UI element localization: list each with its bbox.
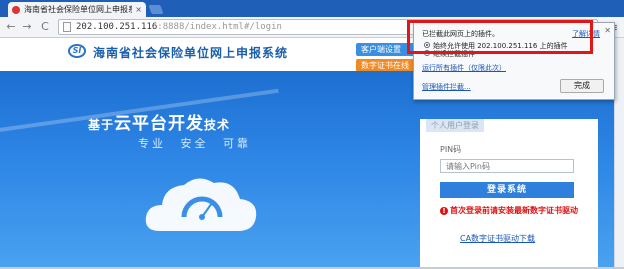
slogan-suffix: 技术: [204, 118, 231, 132]
run-all-plugins-link[interactable]: 运行所有插件（仅限此次）: [422, 63, 506, 73]
tab-close-icon[interactable]: ×: [135, 5, 142, 14]
tab-title: 海南省社会保险单位网上申报系: [24, 5, 133, 14]
back-arrow-icon[interactable]: ←: [4, 20, 18, 34]
url-path: :8888/index.html#/login: [157, 22, 282, 32]
login-panel: 个人用户登录 PIN码 登录系统 ! 首次登录前请安装最新数字证书驱动 CA数字证…: [420, 119, 598, 269]
warning-icon: !: [440, 207, 448, 215]
ca-driver-download-link[interactable]: CA数字证书驱动下载: [460, 233, 535, 244]
manage-plugins-link[interactable]: 管理插件拦截...: [422, 82, 471, 92]
done-button[interactable]: 完成: [560, 79, 604, 93]
pin-label: PIN码: [440, 145, 462, 154]
slogan-prefix: 基于: [88, 118, 115, 132]
page-scrollbar[interactable]: [614, 38, 624, 269]
slogan-main: 云平台开发: [114, 114, 205, 134]
page-icon: [63, 22, 71, 32]
browser-tabstrip: 海南省社会保险单位网上申报系 ×: [0, 0, 624, 17]
url-host: 202.100.251.116: [76, 22, 158, 32]
forward-arrow-icon[interactable]: →: [20, 20, 34, 34]
new-tab-button[interactable]: [148, 5, 164, 14]
popup-close-icon[interactable]: ✕: [604, 26, 611, 35]
red-highlight-box: [407, 20, 593, 54]
site-title: 海南省社会保险单位网上申报系统: [93, 46, 289, 60]
url-text: 202.100.251.116:8888/index.html#/login: [76, 22, 282, 32]
cloud-gauge-icon: [145, 178, 257, 231]
hero-banner: 基于云平台开发技术 专业 安全 可靠 个人用户登录 PIN码 登录系统 ! 首次登…: [0, 71, 624, 269]
reload-icon[interactable]: C: [38, 20, 52, 34]
install-warning: ! 首次登录前请安装最新数字证书驱动: [440, 205, 580, 216]
social-insurance-logo: SI: [68, 44, 86, 58]
tab-personal-login[interactable]: 个人用户登录: [426, 119, 484, 132]
site-favicon-icon: [12, 5, 20, 14]
client-setup-button[interactable]: 客户端设置: [356, 43, 414, 56]
banner-subslogan: 专业 安全 可靠: [138, 137, 251, 150]
login-button[interactable]: 登录系统: [440, 182, 574, 198]
tab-active[interactable]: 海南省社会保险单位网上申报系 ×: [8, 2, 146, 17]
banner-slogan: 基于云平台开发技术: [88, 109, 230, 134]
pin-input[interactable]: [440, 159, 574, 173]
warning-text: 首次登录前请安装最新数字证书驱动: [450, 206, 578, 215]
